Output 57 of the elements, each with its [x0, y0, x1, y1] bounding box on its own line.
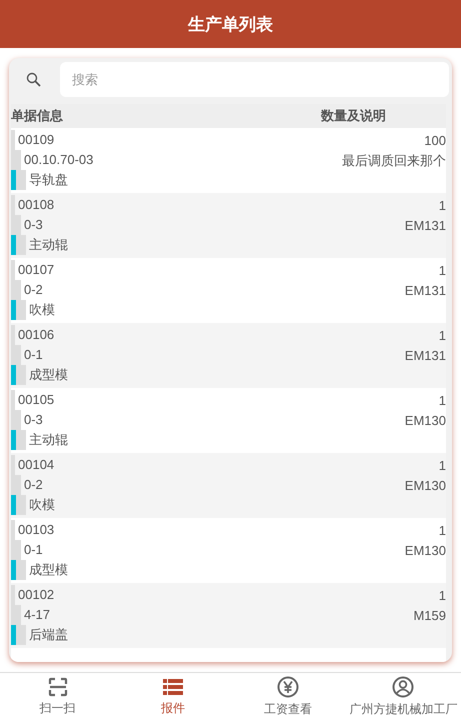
part-code: 4-17	[24, 606, 50, 624]
part-name: 主动辊	[29, 236, 68, 254]
order-row[interactable]: 00108 0-3 主动辊 1 EM131	[11, 193, 446, 258]
order-row[interactable]: 00104 0-2 吹模 1 EM130	[11, 453, 446, 518]
column-header: 数量及说明	[321, 107, 386, 125]
page-title: 生产单列表	[188, 14, 273, 36]
order-note: EM130	[404, 542, 446, 560]
order-row[interactable]: 00102 4-17 后端盖 1 M159	[11, 583, 446, 648]
order-note: EM130	[404, 477, 446, 495]
list-icon	[162, 676, 183, 696]
quantity: 1	[438, 327, 446, 345]
quantity: 100	[424, 132, 446, 150]
order-number: 00109	[18, 131, 54, 149]
quantity: 1	[438, 522, 446, 540]
quantity: 1	[438, 262, 446, 280]
order-note: 最后调质回来那个	[342, 152, 446, 170]
part-code: 0-1	[24, 541, 43, 559]
search-icon[interactable]	[26, 72, 42, 88]
search-field[interactable]: 搜索	[60, 62, 449, 97]
quantity: 1	[438, 457, 446, 475]
order-row[interactable]: 00105 0-3 主动辊 1 EM130	[11, 388, 446, 453]
part-name: 吹模	[29, 301, 55, 319]
part-code: 00.10.70-03	[24, 151, 94, 169]
scan-icon	[48, 676, 68, 696]
part-name: 吹模	[29, 496, 55, 514]
order-row[interactable]: 00107 0-2 吹模 1 EM131	[11, 258, 446, 323]
order-row[interactable]: 00109 00.10.70-03 导轨盘 100 最后调质回来那个	[11, 128, 446, 193]
part-code: 0-3	[24, 411, 43, 429]
order-note: EM130	[404, 412, 446, 430]
order-row[interactable]: 00106 0-1 成型模 1 EM131	[11, 323, 446, 388]
part-name: 导轨盘	[29, 171, 68, 189]
order-note: EM131	[404, 217, 446, 235]
part-name: 主动辊	[29, 431, 68, 449]
order-row[interactable]: 00103 0-1 成型模 1 EM130	[11, 518, 446, 583]
order-number: 00102	[18, 586, 54, 604]
part-name: 成型模	[29, 561, 68, 579]
user-icon	[392, 676, 414, 698]
part-name: 后端盖	[29, 626, 68, 644]
order-note: M159	[413, 607, 446, 625]
quantity: 1	[438, 197, 446, 215]
part-code: 0-2	[24, 476, 43, 494]
part-name: 成型模	[29, 366, 68, 384]
part-code: 0-3	[24, 216, 43, 234]
quantity: 1	[438, 392, 446, 410]
order-note: EM131	[404, 282, 446, 300]
order-number: 00108	[18, 196, 54, 214]
yen-icon	[277, 676, 300, 698]
part-code: 0-1	[24, 346, 43, 364]
quantity: 1	[438, 587, 446, 605]
order-number: 00103	[18, 521, 54, 539]
order-number: 00104	[18, 456, 54, 474]
column-header: 单据信息	[11, 107, 63, 125]
order-number: 00105	[18, 391, 54, 409]
order-note: EM131	[404, 347, 446, 365]
order-number: 00107	[18, 261, 54, 279]
order-number: 00106	[18, 326, 54, 344]
part-code: 0-2	[24, 281, 43, 299]
